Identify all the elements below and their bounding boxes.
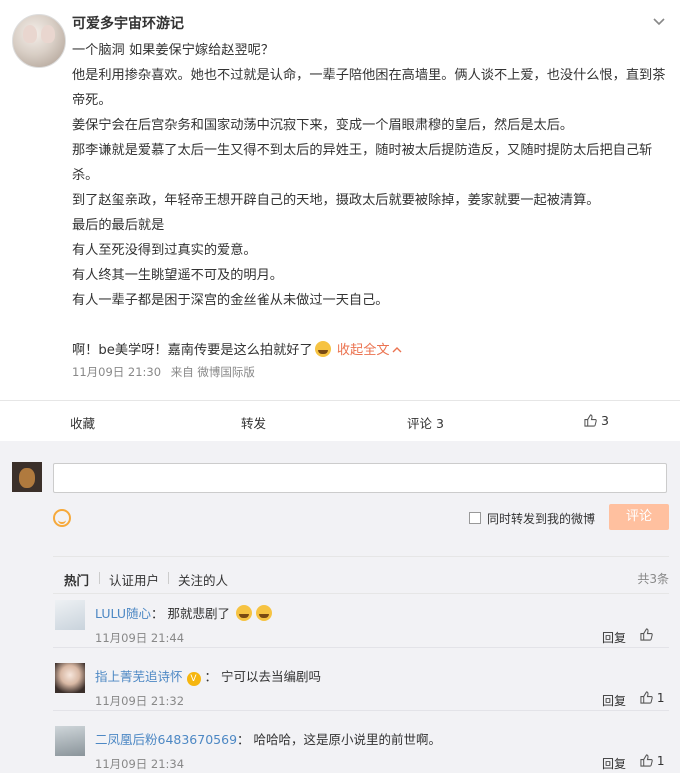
post-line: 一个脑洞 如果姜保宁嫁给赵翌呢？ — [72, 43, 275, 58]
comment-input[interactable] — [53, 463, 667, 493]
favorite-button[interactable]: 收藏 — [70, 413, 95, 432]
comment-time: 11月09日 21:32 — [95, 694, 185, 708]
submit-comment-button[interactable]: 评论 — [609, 504, 669, 530]
post-meta: 11月09日 21:30 来自 微博国际版 — [72, 364, 261, 380]
comment-like-count: 1 — [656, 691, 665, 705]
thumbs-up-icon — [640, 691, 653, 704]
commenter-name[interactable]: 二凤凰后粉6483670569 — [95, 732, 237, 747]
emoji-smile-icon[interactable] — [53, 509, 71, 527]
post-line: 那李谦就是爱慕了太后一生又得不到太后的异姓王，随时被太后提防造反，又随时提防太后… — [72, 143, 653, 183]
repost-checkbox-label: 同时转发到我的微博 — [487, 512, 596, 526]
commenter-avatar[interactable] — [55, 663, 85, 693]
author-name[interactable]: 可爱多宇宙环游记 — [72, 13, 184, 33]
post-line: 最后的最后就是 — [72, 218, 165, 233]
comment-text: 那就悲剧了 — [167, 606, 230, 621]
tab-following[interactable]: 关注的人 — [178, 570, 228, 589]
post-content: 一个脑洞 如果姜保宁嫁给赵翌呢？ 他是利用掺杂喜欢。她也不过就是认命，一辈子陪他… — [72, 38, 668, 363]
comment-like-button[interactable]: 1 — [640, 691, 664, 705]
reply-button[interactable]: 回复 — [602, 755, 626, 772]
comment-text: 宁可以去当编剧吗 — [221, 669, 322, 684]
collapse-link[interactable]: 收起全文 — [337, 343, 402, 358]
post-source: 来自 微博国际版 — [170, 365, 255, 379]
chevron-down-icon[interactable] — [652, 14, 666, 28]
commenter-avatar[interactable] — [55, 600, 85, 630]
verified-badge-icon: V — [186, 672, 201, 686]
comment-button[interactable]: 评论 3 — [407, 413, 444, 432]
author-avatar[interactable] — [12, 14, 66, 68]
comment-like-button[interactable] — [640, 628, 653, 642]
post-line: 姜保宁会在后宫杂务和国家动荡中沉寂下来，变成一个眉眼肃穆的皇后，然后是太后。 — [72, 118, 574, 133]
reply-button[interactable]: 回复 — [602, 692, 626, 709]
weibo-post: 可爱多宇宙环游记 一个脑洞 如果姜保宁嫁给赵翌呢？ 他是利用掺杂喜欢。她也不过就… — [0, 0, 680, 400]
post-line: 有人一辈子都是困于深宫的金丝雀从未做过一天自己。 — [72, 293, 389, 308]
comment-total: 共3条 — [637, 572, 669, 586]
tab-hot[interactable]: 热门 — [64, 570, 89, 589]
thumbs-up-icon — [584, 414, 597, 427]
closing-text: 啊！be美学呀！嘉南传要是这么拍就好了 — [72, 343, 313, 358]
commenter-avatar[interactable] — [55, 726, 85, 756]
comment-like-count: 1 — [656, 754, 665, 768]
post-line: 有人至死没得到过真实的爱意。 — [72, 243, 257, 258]
post-line: 到了赵玺亲政，年轻帝王想开辟自己的天地，摄政太后就要被除掉，姜家就要一起被清算。 — [72, 193, 600, 208]
current-user-avatar — [12, 462, 42, 492]
crying-emoji-icon — [235, 605, 252, 621]
crying-emoji-icon — [255, 605, 272, 621]
crying-emoji-icon — [314, 341, 331, 357]
like-count: 3 — [600, 413, 609, 428]
post-line: 有人终其一生眺望遥不可及的明月。 — [72, 268, 283, 283]
comment-text: 哈哈哈，这是原小说里的前世啊。 — [253, 732, 442, 747]
comment-tabs: 热门 认证用户 关注的人 共3条 — [53, 556, 669, 594]
thumbs-up-icon — [640, 754, 653, 767]
thumbs-up-icon — [640, 628, 653, 641]
comment-like-button[interactable]: 1 — [640, 754, 664, 768]
comment-time: 11月09日 21:34 — [95, 757, 185, 771]
repost-button[interactable]: 转发 — [241, 413, 266, 432]
repost-checkbox[interactable] — [469, 512, 481, 524]
reply-button[interactable]: 回复 — [602, 629, 626, 646]
tab-verified-users[interactable]: 认证用户 — [109, 570, 159, 589]
post-closing: 啊！be美学呀！嘉南传要是这么拍就好了 收起全文 — [72, 338, 668, 363]
comment-time: 11月09日 21:44 — [95, 631, 185, 645]
post-time[interactable]: 11月09日 21:30 — [72, 365, 161, 379]
post-line: 他是利用掺杂喜欢。她也不过就是认命，一辈子陪他困在高墙里。俩人谈不上爱，也没什么… — [72, 68, 666, 108]
post-action-bar: 收藏 转发 评论 3 3 — [0, 400, 680, 441]
commenter-name[interactable]: LULU随心 — [95, 606, 151, 621]
commenter-name[interactable]: 指上菁芜追诗怀 — [95, 669, 183, 684]
like-button[interactable]: 3 — [584, 413, 609, 428]
